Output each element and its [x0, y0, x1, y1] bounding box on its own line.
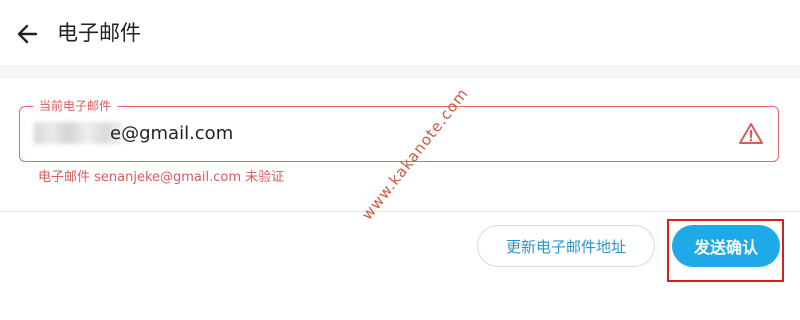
update-email-button[interactable]: 更新电子邮件地址 — [477, 225, 655, 267]
back-button[interactable] — [14, 20, 42, 48]
current-email-label: 当前电子邮件 — [33, 97, 118, 115]
app-header: 电子邮件 — [0, 0, 800, 68]
redacted-email-part — [34, 122, 122, 144]
email-error-message: 电子邮件 senanjeke@gmail.com 未验证 — [38, 170, 285, 185]
highlight-box — [667, 219, 784, 282]
current-email-value: e@gmail.com — [110, 123, 234, 144]
current-email-field[interactable]: 当前电子邮件 e@gmail.com — [19, 97, 779, 162]
warning-triangle-icon — [738, 121, 764, 147]
arrow-left-icon — [17, 24, 38, 44]
header-divider — [0, 66, 800, 79]
section-divider — [0, 211, 800, 212]
page-title: 电子邮件 — [57, 21, 141, 45]
